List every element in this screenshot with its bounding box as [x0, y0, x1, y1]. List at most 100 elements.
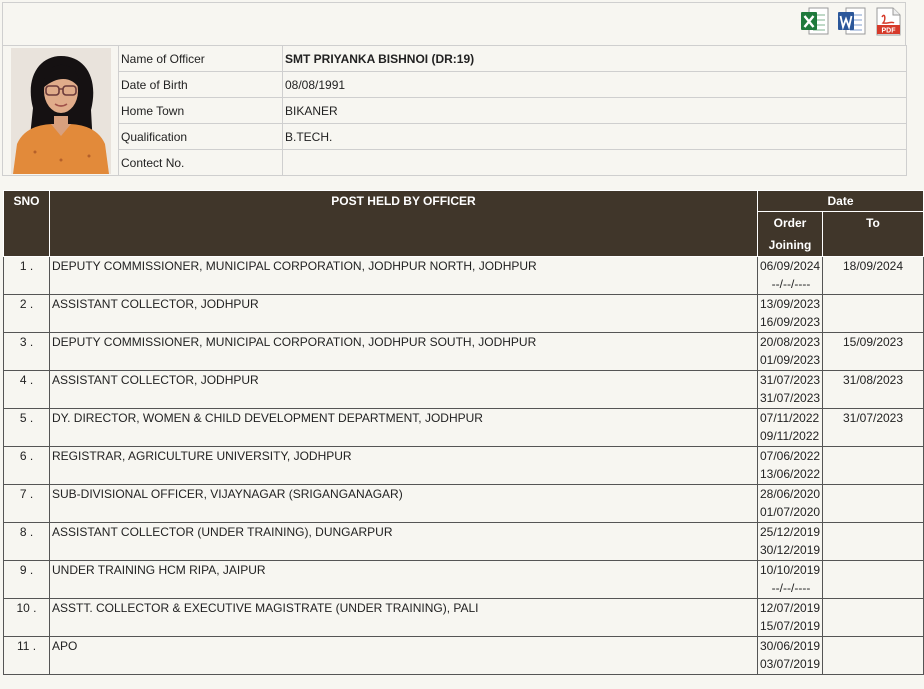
order-date: 20/08/2023 [760, 335, 821, 349]
joining-date: 03/07/2019 [760, 657, 821, 671]
order-date: 06/09/2024 [760, 259, 821, 273]
table-row: 2 . ASSISTANT COLLECTOR, JODHPUR 13/09/2… [3, 294, 924, 333]
name-label: Name of Officer [118, 45, 283, 72]
post-cell: APO [49, 636, 758, 675]
table-row: 1 . DEPUTY COMMISSIONER, MUNICIPAL CORPO… [3, 256, 924, 295]
order-date: 07/11/2022 [760, 411, 820, 425]
posts-body: 1 . DEPUTY COMMISSIONER, MUNICIPAL CORPO… [3, 256, 924, 675]
hometown-label: Home Town [118, 97, 283, 124]
table-row: 7 . SUB-DIVISIONAL OFFICER, VIJAYNAGAR (… [3, 484, 924, 523]
post-cell: REGISTRAR, AGRICULTURE UNIVERSITY, JODHP… [49, 446, 758, 485]
table-row: 11 . APO 30/06/2019 03/07/2019 [3, 636, 924, 675]
table-row: 3 . DEPUTY COMMISSIONER, MUNICIPAL CORPO… [3, 332, 924, 371]
sno-cell: 1 . [3, 256, 50, 295]
dob-value: 08/08/1991 [282, 71, 907, 98]
joining-date: 30/12/2019 [760, 543, 821, 557]
order-date: 10/10/2019 [760, 563, 821, 577]
sno-cell: 4 . [3, 370, 50, 409]
post-cell: DY. DIRECTOR, WOMEN & CHILD DEVELOPMENT … [49, 408, 758, 447]
joining-date: 31/07/2023 [760, 391, 821, 405]
order-joining-cell: 12/07/2019 15/07/2019 [757, 598, 823, 637]
officer-photo [10, 47, 111, 174]
officer-photo-cell [2, 45, 119, 176]
joining-header: Joining [768, 238, 812, 252]
sno-cell: 8 . [3, 522, 50, 561]
contact-value [282, 149, 907, 176]
sno-cell: 11 . [3, 636, 50, 675]
sno-cell: 9 . [3, 560, 50, 599]
post-header: POST HELD BY OFFICER [49, 190, 758, 257]
order-joining-cell: 07/11/2022 09/11/2022 [757, 408, 823, 447]
order-joining-header: Order Joining [757, 211, 823, 257]
table-row: 9 . UNDER TRAINING HCM RIPA, JAIPUR 10/1… [3, 560, 924, 599]
sno-header: SNO [3, 190, 50, 257]
name-value: SMT PRIYANKA BISHNOI (DR:19) [282, 45, 907, 72]
joining-date: 16/09/2023 [760, 315, 821, 329]
qualification-label: Qualification [118, 123, 283, 150]
order-joining-cell: 31/07/2023 31/07/2023 [757, 370, 823, 409]
to-date: 18/09/2024 [821, 256, 924, 295]
to-date [821, 294, 924, 333]
order-date: 12/07/2019 [760, 601, 821, 615]
to-header: To [821, 211, 924, 257]
order-joining-cell: 25/12/2019 30/12/2019 [757, 522, 823, 561]
post-cell: DEPUTY COMMISSIONER, MUNICIPAL CORPORATI… [49, 256, 758, 295]
word-icon[interactable] [837, 6, 867, 37]
sno-cell: 7 . [3, 484, 50, 523]
table-row: 6 . REGISTRAR, AGRICULTURE UNIVERSITY, J… [3, 446, 924, 485]
contact-label: Contect No. [118, 149, 283, 176]
order-date: 13/09/2023 [760, 297, 821, 311]
post-cell: DEPUTY COMMISSIONER, MUNICIPAL CORPORATI… [49, 332, 758, 371]
to-date [821, 484, 924, 523]
table-row: 4 . ASSISTANT COLLECTOR, JODHPUR 31/07/2… [3, 370, 924, 409]
joining-date: --/--/---- [771, 581, 811, 595]
joining-date: 09/11/2022 [760, 429, 820, 443]
to-date: 15/09/2023 [821, 332, 924, 371]
post-cell: ASSISTANT COLLECTOR, JODHPUR [49, 370, 758, 409]
post-cell: ASSISTANT COLLECTOR, JODHPUR [49, 294, 758, 333]
excel-icon[interactable] [800, 6, 830, 37]
sno-cell: 3 . [3, 332, 50, 371]
table-row: 8 . ASSISTANT COLLECTOR (UNDER TRAINING)… [3, 522, 924, 561]
to-date [821, 636, 924, 675]
order-date: 31/07/2023 [760, 373, 821, 387]
post-cell: SUB-DIVISIONAL OFFICER, VIJAYNAGAR (SRIG… [49, 484, 758, 523]
dob-label: Date of Birth [118, 71, 283, 98]
order-joining-cell: 28/06/2020 01/07/2020 [757, 484, 823, 523]
to-date: 31/07/2023 [821, 408, 924, 447]
joining-date: 01/09/2023 [760, 353, 821, 367]
qualification-value: B.TECH. [282, 123, 907, 150]
post-cell: UNDER TRAINING HCM RIPA, JAIPUR [49, 560, 758, 599]
sno-cell: 10 . [3, 598, 50, 637]
order-joining-cell: 30/06/2019 03/07/2019 [757, 636, 823, 675]
officer-profile: Name of Officer SMT PRIYANKA BISHNOI (DR… [2, 45, 907, 176]
posts-table: SNO POST HELD BY OFFICER Date Order Join… [3, 190, 924, 675]
to-date [821, 598, 924, 637]
date-header: Date [756, 190, 924, 212]
order-joining-cell: 07/06/2022 13/06/2022 [757, 446, 823, 485]
order-joining-cell: 20/08/2023 01/09/2023 [757, 332, 823, 371]
order-date: 25/12/2019 [760, 525, 821, 539]
joining-date: 13/06/2022 [760, 467, 821, 481]
to-date [821, 560, 924, 599]
table-row: 5 . DY. DIRECTOR, WOMEN & CHILD DEVELOPM… [3, 408, 924, 447]
joining-date: 01/07/2020 [760, 505, 821, 519]
order-date: 28/06/2020 [760, 487, 821, 501]
order-header: Order [773, 216, 807, 230]
sno-cell: 5 . [3, 408, 50, 447]
order-joining-cell: 06/09/2024 --/--/---- [757, 256, 823, 295]
post-cell: ASSTT. COLLECTOR & EXECUTIVE MAGISTRATE … [49, 598, 758, 637]
sno-cell: 2 . [3, 294, 50, 333]
sno-cell: 6 . [3, 446, 50, 485]
table-row: 10 . ASSTT. COLLECTOR & EXECUTIVE MAGIST… [3, 598, 924, 637]
pdf-icon[interactable]: PDF [873, 6, 903, 37]
order-joining-cell: 10/10/2019 --/--/---- [757, 560, 823, 599]
order-date: 07/06/2022 [760, 449, 821, 463]
joining-date: --/--/---- [771, 277, 811, 291]
hometown-value: BIKANER [282, 97, 907, 124]
to-date: 31/08/2023 [821, 370, 924, 409]
post-cell: ASSISTANT COLLECTOR (UNDER TRAINING), DU… [49, 522, 758, 561]
export-toolbar: PDF [2, 2, 906, 46]
to-date [821, 446, 924, 485]
pdf-label: PDF [882, 28, 897, 35]
